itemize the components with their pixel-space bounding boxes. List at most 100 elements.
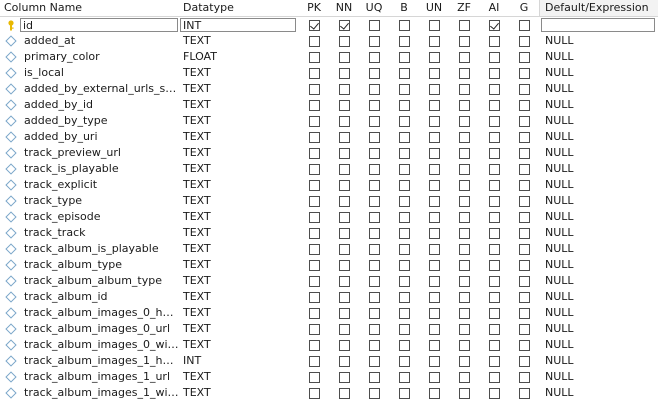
g-checkbox[interactable] — [518, 115, 530, 127]
b-checkbox[interactable] — [398, 211, 410, 223]
table-row[interactable]: added_by_uri TEXT NULL — [0, 129, 658, 145]
table-row[interactable]: is_local TEXT NULL — [0, 65, 658, 81]
pk-checkbox[interactable] — [308, 339, 320, 351]
uq-checkbox[interactable] — [368, 147, 380, 159]
nn-checkbox[interactable] — [338, 19, 350, 31]
ai-checkbox[interactable] — [488, 387, 500, 399]
column-name-cell[interactable]: track_album_images_1_url — [0, 369, 179, 385]
pk-checkbox[interactable] — [308, 83, 320, 95]
datatype-cell[interactable]: TEXT — [179, 209, 299, 225]
nn-checkbox[interactable] — [338, 163, 350, 175]
g-checkbox[interactable] — [518, 371, 530, 383]
datatype-cell[interactable]: TEXT — [179, 177, 299, 193]
ai-checkbox[interactable] — [488, 147, 500, 159]
table-row[interactable]: track_album_id TEXT NULL — [0, 289, 658, 305]
ai-checkbox[interactable] — [488, 291, 500, 303]
g-checkbox[interactable] — [518, 51, 530, 63]
header-g[interactable]: G — [509, 0, 539, 16]
pk-checkbox[interactable] — [308, 115, 320, 127]
table-row[interactable]: track_explicit TEXT NULL — [0, 177, 658, 193]
nn-checkbox[interactable] — [338, 227, 350, 239]
un-checkbox[interactable] — [428, 195, 440, 207]
column-name-cell[interactable]: added_at — [0, 33, 179, 49]
default-expression-cell[interactable]: NULL — [539, 321, 658, 337]
pk-checkbox[interactable] — [308, 227, 320, 239]
default-expression-cell[interactable]: NULL — [539, 241, 658, 257]
zf-checkbox[interactable] — [458, 131, 470, 143]
zf-checkbox[interactable] — [458, 243, 470, 255]
uq-checkbox[interactable] — [368, 163, 380, 175]
uq-checkbox[interactable] — [368, 259, 380, 271]
zf-checkbox[interactable] — [458, 67, 470, 79]
b-checkbox[interactable] — [398, 243, 410, 255]
uq-checkbox[interactable] — [368, 99, 380, 111]
default-expression-cell[interactable]: NULL — [539, 97, 658, 113]
table-row[interactable]: track_album_type TEXT NULL — [0, 257, 658, 273]
header-un[interactable]: UN — [419, 0, 449, 16]
table-row[interactable]: added_by_type TEXT NULL — [0, 113, 658, 129]
nn-checkbox[interactable] — [338, 259, 350, 271]
nn-checkbox[interactable] — [338, 211, 350, 223]
g-checkbox[interactable] — [518, 211, 530, 223]
nn-checkbox[interactable] — [338, 195, 350, 207]
default-expression-cell[interactable]: NULL — [539, 145, 658, 161]
b-checkbox[interactable] — [398, 179, 410, 191]
nn-checkbox[interactable] — [338, 51, 350, 63]
default-expression-cell[interactable]: NULL — [539, 65, 658, 81]
datatype-cell[interactable]: TEXT — [179, 337, 299, 353]
pk-checkbox[interactable] — [308, 371, 320, 383]
datatype-cell[interactable]: TEXT — [179, 161, 299, 177]
column-name-cell[interactable]: primary_color — [0, 49, 179, 65]
b-checkbox[interactable] — [398, 291, 410, 303]
g-checkbox[interactable] — [518, 227, 530, 239]
un-checkbox[interactable] — [428, 179, 440, 191]
zf-checkbox[interactable] — [458, 51, 470, 63]
pk-checkbox[interactable] — [308, 147, 320, 159]
ai-checkbox[interactable] — [488, 67, 500, 79]
table-row[interactable]: track_episode TEXT NULL — [0, 209, 658, 225]
datatype-cell[interactable]: TEXT — [179, 241, 299, 257]
nn-checkbox[interactable] — [338, 339, 350, 351]
column-name-cell[interactable]: track_preview_url — [0, 145, 179, 161]
datatype-cell[interactable]: TEXT — [179, 321, 299, 337]
un-checkbox[interactable] — [428, 291, 440, 303]
zf-checkbox[interactable] — [458, 19, 470, 31]
nn-checkbox[interactable] — [338, 371, 350, 383]
ai-checkbox[interactable] — [488, 259, 500, 271]
pk-checkbox[interactable] — [308, 323, 320, 335]
g-checkbox[interactable] — [518, 147, 530, 159]
b-checkbox[interactable] — [398, 99, 410, 111]
zf-checkbox[interactable] — [458, 35, 470, 47]
pk-checkbox[interactable] — [308, 163, 320, 175]
pk-checkbox[interactable] — [308, 179, 320, 191]
uq-checkbox[interactable] — [368, 371, 380, 383]
g-checkbox[interactable] — [518, 259, 530, 271]
uq-checkbox[interactable] — [368, 67, 380, 79]
pk-checkbox[interactable] — [308, 19, 320, 31]
table-row[interactable]: track_album_images_0_height TEXT NULL — [0, 305, 658, 321]
b-checkbox[interactable] — [398, 259, 410, 271]
b-checkbox[interactable] — [398, 163, 410, 175]
un-checkbox[interactable] — [428, 83, 440, 95]
datatype-cell[interactable]: TEXT — [179, 369, 299, 385]
g-checkbox[interactable] — [518, 275, 530, 287]
default-expression-cell[interactable]: NULL — [539, 129, 658, 145]
un-checkbox[interactable] — [428, 99, 440, 111]
uq-checkbox[interactable] — [368, 179, 380, 191]
pk-checkbox[interactable] — [308, 195, 320, 207]
un-checkbox[interactable] — [428, 371, 440, 383]
zf-checkbox[interactable] — [458, 163, 470, 175]
zf-checkbox[interactable] — [458, 355, 470, 367]
nn-checkbox[interactable] — [338, 99, 350, 111]
ai-checkbox[interactable] — [488, 243, 500, 255]
datatype-cell[interactable]: TEXT — [179, 385, 299, 401]
table-row[interactable]: track_preview_url TEXT NULL — [0, 145, 658, 161]
pk-checkbox[interactable] — [308, 67, 320, 79]
header-nn[interactable]: NN — [329, 0, 359, 16]
zf-checkbox[interactable] — [458, 227, 470, 239]
b-checkbox[interactable] — [398, 19, 410, 31]
datatype-cell[interactable]: TEXT — [179, 97, 299, 113]
column-name-cell[interactable]: track_album_images_0_height — [0, 305, 179, 321]
table-row[interactable]: added_by_external_urls_spo... TEXT NULL — [0, 81, 658, 97]
zf-checkbox[interactable] — [458, 291, 470, 303]
